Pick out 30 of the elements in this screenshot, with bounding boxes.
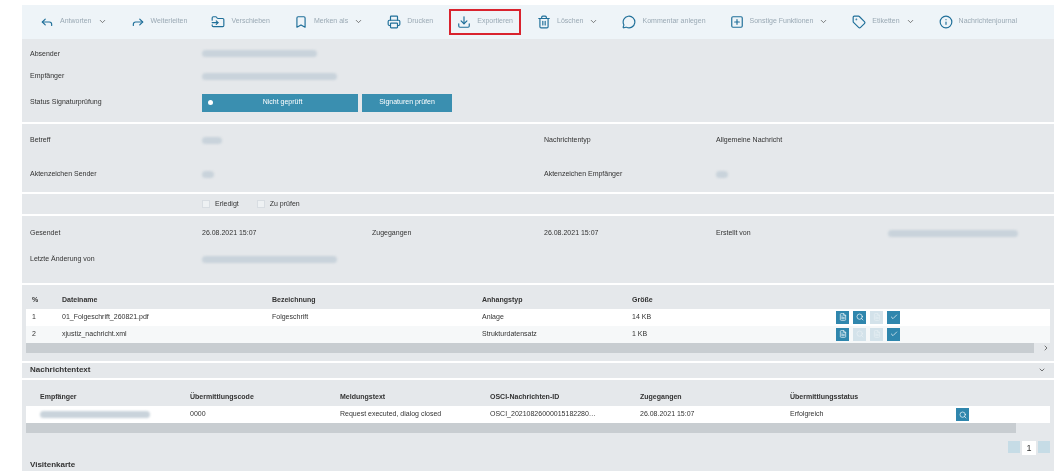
redacted-text: [202, 137, 222, 145]
document-icon: [838, 330, 847, 339]
search-icon: [958, 410, 967, 419]
tag-icon: [852, 14, 867, 29]
redacted-text: [716, 171, 728, 179]
info-icon: [938, 14, 953, 29]
print-icon: [387, 14, 402, 29]
previous-page-button[interactable]: [1008, 441, 1020, 453]
search-icon: [855, 313, 864, 322]
row-action-button[interactable]: [887, 310, 900, 324]
next-page-button[interactable]: [1038, 441, 1050, 453]
row-action-button[interactable]: [887, 327, 900, 341]
scrollbar[interactable]: [26, 423, 1016, 433]
trash-icon: [537, 14, 551, 29]
document-icon: [838, 313, 847, 322]
plus-square-icon: [729, 14, 744, 29]
page-button[interactable]: 1: [1022, 441, 1036, 455]
section-title: Nachrichtentext: [30, 364, 91, 377]
row-action-button[interactable]: [836, 310, 849, 324]
download-icon: [457, 14, 472, 29]
comment-icon: [622, 14, 637, 29]
scrollbar[interactable]: [26, 342, 1034, 353]
row-action-button[interactable]: [853, 310, 866, 324]
row-action-button[interactable]: [836, 327, 849, 341]
section-title: Visitenkarte: [30, 460, 76, 469]
scroll-right-icon: [1042, 343, 1050, 352]
bookmark-icon: [293, 14, 308, 29]
details-button[interactable]: [956, 408, 969, 421]
folder-icon: [211, 14, 226, 29]
redacted-text: [202, 171, 214, 179]
